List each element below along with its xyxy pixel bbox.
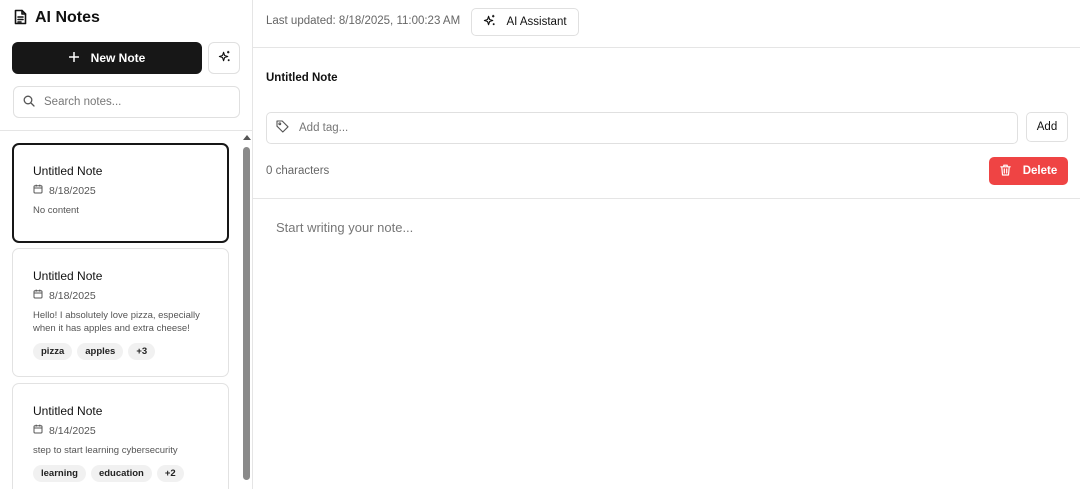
- ai-sparkle-button[interactable]: [208, 42, 240, 74]
- add-tag-button[interactable]: Add: [1026, 112, 1068, 142]
- scroll-thumb[interactable]: [243, 147, 250, 480]
- search-box[interactable]: [13, 86, 240, 118]
- scroll-up-arrow-icon[interactable]: [243, 135, 251, 140]
- ai-assistant-label: AI Assistant: [506, 16, 567, 28]
- note-list: Untitled Note 8/18/2025 No content Untit…: [0, 131, 240, 489]
- note-date-text: 8/18/2025: [49, 185, 96, 197]
- new-note-button[interactable]: New Note: [12, 42, 202, 74]
- editor-panel: Last updated: 8/18/2025, 11:00:23 AM AI …: [253, 0, 1080, 489]
- tag-list: learning education +2: [33, 465, 228, 482]
- new-note-label: New Note: [90, 51, 146, 65]
- note-list-scrollbar[interactable]: [241, 131, 252, 489]
- note-preview: Hello! I absolutely love pizza, especial…: [33, 310, 200, 334]
- sidebar: AI Notes New Note Untitled Note: [0, 0, 253, 489]
- trash-icon: [999, 164, 1011, 179]
- note-preview: No content: [33, 205, 79, 216]
- tag-input-box[interactable]: [266, 112, 1018, 144]
- app-title: AI Notes: [13, 8, 100, 28]
- ai-assistant-button[interactable]: AI Assistant: [471, 8, 579, 36]
- document-icon: [13, 9, 28, 28]
- last-updated: Last updated: 8/18/2025, 11:00:23 AM: [266, 15, 461, 27]
- editor-divider: [253, 198, 1080, 199]
- tag-chip[interactable]: learning: [33, 465, 86, 482]
- sparkles-icon: [218, 50, 231, 66]
- calendar-icon: [33, 184, 43, 198]
- note-preview: step to start learning cybersecurity: [33, 445, 178, 456]
- editor-toolbar: Last updated: 8/18/2025, 11:00:23 AM AI …: [253, 0, 1080, 48]
- character-count: 0 characters: [266, 165, 330, 177]
- calendar-icon: [33, 424, 43, 438]
- note-date: 8/18/2025: [33, 289, 228, 303]
- search-input[interactable]: [44, 96, 224, 108]
- note-title: Untitled Note: [33, 164, 103, 178]
- note-title: Untitled Note: [33, 269, 103, 283]
- tag-chip[interactable]: education: [90, 465, 152, 482]
- note-card[interactable]: Untitled Note 8/18/2025 Hello! I absolut…: [12, 248, 229, 377]
- note-date-text: 8/14/2025: [49, 425, 96, 437]
- note-date: 8/14/2025: [33, 424, 228, 438]
- search-icon: [23, 95, 35, 110]
- plus-icon: [68, 51, 79, 65]
- note-date-text: 8/18/2025: [49, 290, 96, 302]
- note-content-editor[interactable]: [266, 210, 1066, 480]
- more-tags-chip[interactable]: +2: [156, 465, 184, 482]
- note-title-field[interactable]: Untitled Note: [266, 71, 338, 85]
- sparkles-icon: [483, 14, 496, 30]
- more-tags-chip[interactable]: +3: [128, 343, 156, 360]
- tag-input[interactable]: [299, 122, 979, 134]
- note-date: 8/18/2025: [33, 184, 227, 198]
- delete-label: Delete: [1022, 165, 1058, 177]
- app-title-text: AI Notes: [35, 9, 100, 26]
- delete-button[interactable]: Delete: [989, 157, 1068, 185]
- tag-chip[interactable]: apples: [77, 343, 124, 360]
- note-card[interactable]: Untitled Note 8/18/2025 No content: [12, 143, 229, 243]
- note-card[interactable]: Untitled Note 8/14/2025 step to start le…: [12, 383, 229, 489]
- tag-chip[interactable]: pizza: [33, 343, 73, 360]
- tag-icon: [276, 120, 289, 136]
- note-title: Untitled Note: [33, 404, 103, 418]
- tag-list: pizza apples +3: [33, 343, 228, 360]
- calendar-icon: [33, 289, 43, 303]
